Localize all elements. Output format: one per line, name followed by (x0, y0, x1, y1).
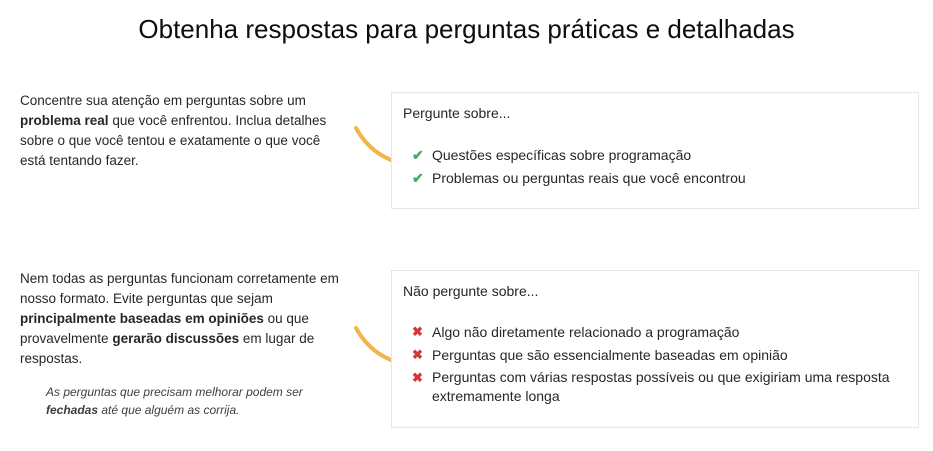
list-item: ✖ Perguntas que são essencialmente basead… (412, 344, 907, 367)
list-item: ✖ Algo não diretamente relacionado a prog… (412, 321, 907, 344)
section1-description: Concentre sua atenção em perguntas sobre… (20, 91, 340, 171)
cross-icon: ✖ (412, 370, 423, 385)
closing-note: As perguntas que precisam melhorar podem… (46, 383, 336, 419)
section2-bold-b: gerarão discussões (112, 331, 240, 346)
note-text-b: até que alguém as corrija. (101, 403, 240, 417)
list-item-text: Questões específicas sobre programação (432, 147, 692, 163)
section1-text-a: Concentre sua atenção em perguntas sobre… (20, 93, 306, 108)
check-icon: ✔ (412, 147, 424, 163)
dont-ask-card: Não pergunte sobre... ✖ Algo não diretame… (391, 270, 919, 428)
list-item-text: Problemas ou perguntas reais que você en… (432, 170, 746, 186)
check-icon: ✔ (412, 170, 424, 186)
list-item-text: Perguntas com várias respostas possíveis… (432, 369, 890, 404)
list-item: ✖ Perguntas com várias respostas possívei… (412, 368, 907, 406)
note-text-a: As perguntas que precisam melhorar podem… (46, 385, 303, 399)
cross-icon: ✖ (412, 324, 423, 339)
page-title: Obtenha respostas para perguntas prática… (138, 14, 795, 44)
note-bold: fechadas (46, 403, 99, 417)
section2-description: Nem todas as perguntas funcionam correta… (20, 269, 340, 369)
ask-about-list: ✔ Questões específicas sobre programação … (412, 144, 907, 190)
section2-bold-a: principalmente baseadas em opiniões (20, 311, 264, 326)
section2-text-a: Nem todas as perguntas funcionam correta… (20, 271, 339, 306)
ask-about-title: Pergunte sobre... (403, 105, 511, 121)
list-item: ✔ Problemas ou perguntas reais que você e… (412, 167, 907, 190)
list-item-text: Perguntas que são essencialmente baseada… (432, 346, 788, 363)
list-item: ✔ Questões específicas sobre programação (412, 144, 907, 167)
list-item-text: Algo não diretamente relacionado a progr… (432, 324, 740, 340)
cross-icon: ✖ (412, 346, 423, 362)
ask-about-card: Pergunte sobre... ✔ Questões específicas … (391, 92, 919, 209)
dont-ask-title: Não pergunte sobre... (403, 283, 539, 299)
section1-bold-a: problema real (20, 113, 109, 128)
dont-ask-list: ✖ Algo não diretamente relacionado a prog… (412, 321, 907, 406)
